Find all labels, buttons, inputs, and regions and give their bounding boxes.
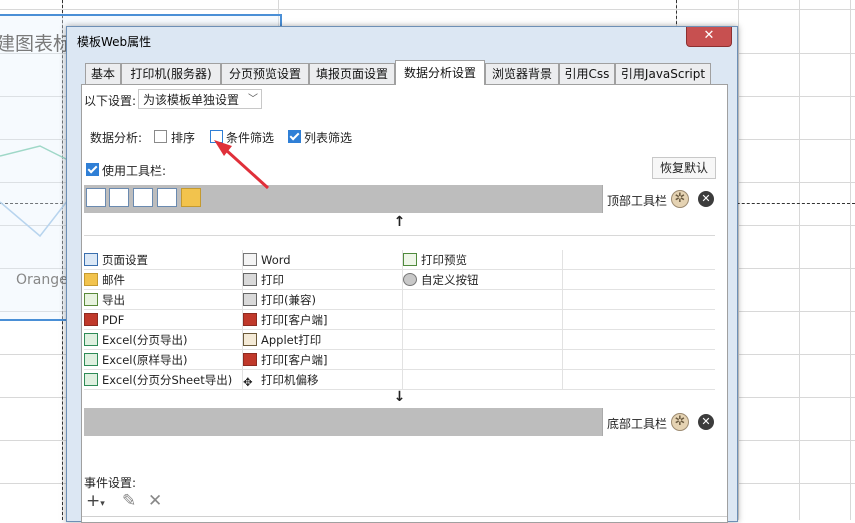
move-down-arrow-icon[interactable]: ↓: [84, 389, 715, 409]
events-label: 事件设置:: [84, 476, 137, 490]
grid-item-printer-offset[interactable]: ✥ 打印机偏移: [243, 370, 402, 390]
print-preview-icon[interactable]: [109, 188, 129, 207]
pencil-icon: ✎: [122, 491, 137, 511]
close-icon: ✕: [703, 28, 715, 43]
delete-icon[interactable]: ✕: [698, 414, 714, 430]
data-analysis-panel: 以下设置: 为该模板单独设置 ﹀ 数据分析: 排序 条件筛选 列表筛选 使用工具…: [81, 84, 728, 523]
tab-javascript[interactable]: 引用JavaScript: [615, 63, 711, 84]
chevron-down-icon: ﹀: [248, 94, 258, 105]
tab-fill-page[interactable]: 填报页面设置: [309, 63, 395, 84]
add-event-button[interactable]: +▾: [86, 491, 105, 511]
top-toolbar-label: 顶部工具栏: [607, 194, 668, 208]
print-preview-icon: [403, 253, 417, 266]
grid-item-mail[interactable]: 邮件: [84, 270, 242, 290]
move-icon: ✥: [243, 375, 253, 389]
tab-page-preview[interactable]: 分页预览设置: [221, 63, 309, 84]
condition-filter-checkbox[interactable]: [210, 130, 223, 143]
gear-icon[interactable]: ✲: [671, 190, 689, 208]
web-properties-dialog: 模板Web属性 ✕ 基本 打印机(服务器) 分页预览设置 填报页面设置 数据分析…: [66, 26, 738, 523]
close-button[interactable]: ✕: [686, 27, 732, 47]
grid-item-print-compatible[interactable]: 打印(兼容): [243, 290, 402, 310]
page-setup-icon[interactable]: [86, 188, 106, 207]
grid-item-word[interactable]: Word: [243, 250, 402, 270]
tab-browser-background[interactable]: 浏览器背景: [485, 63, 559, 84]
use-toolbar-label: 使用工具栏:: [102, 164, 167, 178]
events-separator: [82, 516, 727, 517]
gear-icon: [403, 273, 417, 286]
grid-item-excel-sheet[interactable]: Excel(分页分Sheet导出): [84, 370, 242, 390]
separator: [84, 235, 715, 236]
list-filter-checkbox[interactable]: [288, 130, 301, 143]
list-filter-label: 列表筛选: [304, 131, 353, 145]
move-up-arrow-icon[interactable]: ↑: [84, 214, 715, 234]
grid-item-print-preview[interactable]: 打印预览: [403, 250, 562, 270]
print-client-icon: [243, 353, 257, 366]
bottom-toolbar[interactable]: 底部工具栏 ✲ ✕: [84, 408, 715, 436]
condition-filter-label: 条件筛选: [226, 131, 275, 145]
tab-css[interactable]: 引用Css: [559, 63, 615, 84]
close-icon: ✕: [148, 491, 163, 511]
print-icon: [243, 293, 257, 306]
plus-icon: +: [86, 491, 101, 511]
top-toolbar-settings: 顶部工具栏 ✲ ✕: [602, 185, 715, 213]
mail-icon: [84, 273, 98, 286]
dialog-title: 模板Web属性: [77, 35, 152, 49]
page-setup-icon: [84, 253, 98, 266]
grid-item-print[interactable]: 打印: [243, 270, 402, 290]
tab-printer-server[interactable]: 打印机(服务器): [121, 63, 221, 84]
print-client-icon: [243, 313, 257, 326]
gear-icon[interactable]: ✲: [671, 413, 689, 431]
grid-item-export[interactable]: 导出: [84, 290, 242, 310]
pdf-icon: [84, 313, 98, 326]
sort-checkbox[interactable]: [154, 130, 167, 143]
analysis-label: 数据分析:: [90, 131, 143, 145]
scope-value: 为该模板单独设置: [143, 93, 240, 107]
delete-icon[interactable]: ✕: [698, 191, 714, 207]
bottom-toolbar-label: 底部工具栏: [607, 417, 668, 431]
edit-event-button[interactable]: ✎: [122, 491, 136, 511]
export-icon[interactable]: [157, 188, 177, 207]
use-toolbar-checkbox[interactable]: [86, 163, 99, 176]
grid-item-pdf[interactable]: PDF: [84, 310, 242, 330]
remove-event-button[interactable]: ✕: [148, 491, 162, 511]
scope-select[interactable]: 为该模板单独设置 ﹀: [138, 89, 262, 109]
grid-item-print-client-2[interactable]: 打印[客户端]: [243, 350, 402, 370]
chart-axis-label: Orange: [16, 272, 68, 288]
excel-icon: [84, 353, 98, 366]
grid-item-custom-button[interactable]: 自定义按钮: [403, 270, 562, 290]
excel-icon: [84, 373, 98, 386]
scope-label: 以下设置:: [84, 94, 137, 108]
export-icon: [84, 293, 98, 306]
bottom-toolbar-settings: 底部工具栏 ✲ ✕: [602, 408, 715, 436]
grid-item-excel-page[interactable]: Excel(分页导出): [84, 330, 242, 350]
chart-title: 建图表标: [0, 33, 73, 55]
top-toolbar[interactable]: 顶部工具栏 ✲ ✕: [84, 185, 715, 213]
mail-icon[interactable]: [181, 188, 201, 207]
toolbar-buttons-grid: 页面设置 邮件 导出 PDF Excel(分页导出) Excel(原样导出) E…: [84, 250, 715, 390]
print-icon: [243, 273, 257, 286]
tab-basic[interactable]: 基本: [85, 63, 121, 84]
tab-data-analysis[interactable]: 数据分析设置: [395, 60, 485, 85]
excel-icon: [84, 333, 98, 346]
print-icon[interactable]: [133, 188, 153, 207]
chart-series-line: [0, 145, 69, 238]
applet-print-icon: [243, 333, 257, 346]
grid-item-excel-original[interactable]: Excel(原样导出): [84, 350, 242, 370]
grid-item-print-client[interactable]: 打印[客户端]: [243, 310, 402, 330]
word-icon: [243, 253, 257, 266]
sort-label: 排序: [171, 131, 196, 145]
grid-item-page-setup[interactable]: 页面设置: [84, 250, 242, 270]
restore-default-button[interactable]: 恢复默认: [652, 157, 716, 179]
chevron-down-icon: ▾: [100, 499, 105, 509]
grid-item-applet-print[interactable]: Applet打印: [243, 330, 402, 350]
